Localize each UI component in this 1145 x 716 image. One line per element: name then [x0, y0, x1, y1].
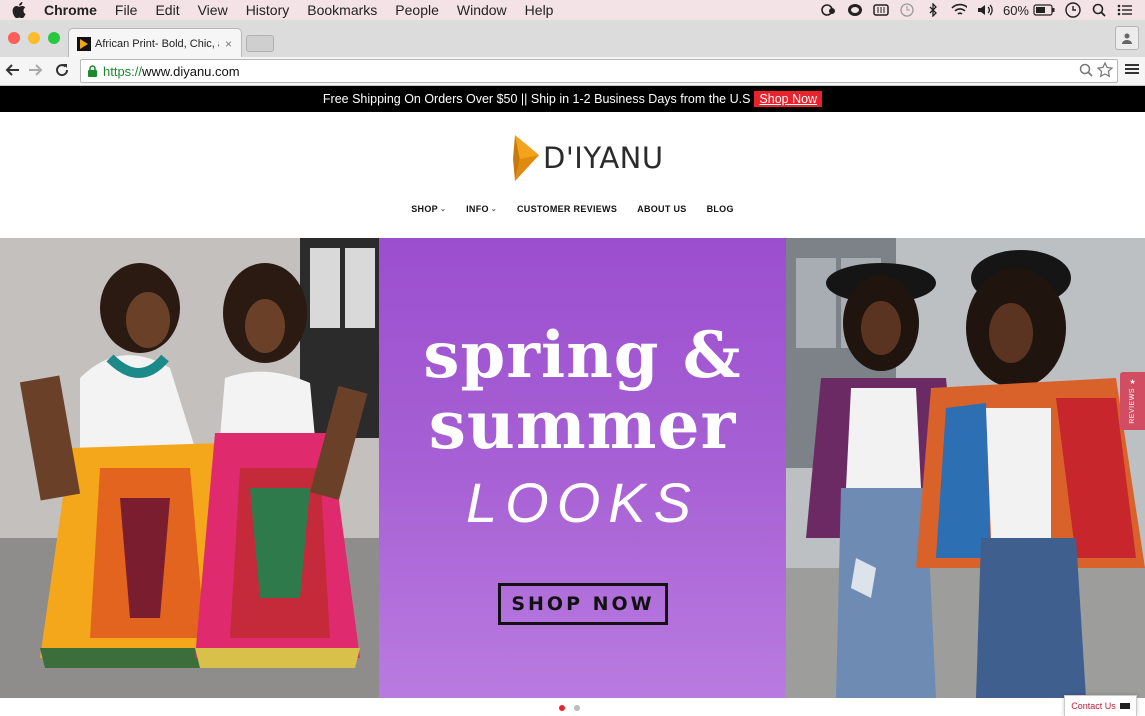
chevron-down-icon: ⌄ [490, 206, 497, 213]
promo-bar: Free Shipping On Orders Over $50 || Ship… [0, 86, 1145, 112]
url-host: www.diyanu.com [142, 63, 240, 79]
envelope-icon [1119, 703, 1130, 709]
hero-banner[interactable]: spring & summer LOOKS SHOP NOW [0, 238, 1145, 698]
browser-tab[interactable]: African Print- Bold, Chic, ar × [68, 28, 242, 59]
nav-about-us[interactable]: ABOUT US [637, 202, 686, 216]
bluetooth-icon[interactable] [925, 3, 941, 17]
person-icon [1122, 33, 1132, 44]
contact-us-button[interactable]: Contact Us [1064, 695, 1137, 716]
volume-icon[interactable] [977, 3, 993, 17]
hero-shop-now-button[interactable]: SHOP NOW [498, 583, 668, 625]
slider-pagination [559, 705, 589, 711]
window-controls [8, 32, 68, 44]
zoom-icon[interactable] [1079, 63, 1093, 80]
hero-promo-panel: spring & summer LOOKS SHOP NOW [379, 238, 786, 698]
menu-file[interactable]: File [115, 0, 138, 20]
wifi-icon[interactable] [951, 3, 967, 17]
forward-button[interactable] [27, 61, 45, 79]
bookmark-star-icon[interactable] [1096, 61, 1114, 81]
new-tab-button[interactable] [246, 35, 274, 52]
creative-cloud-icon[interactable] [821, 3, 837, 17]
menu-view[interactable]: View [198, 0, 228, 20]
sync-icon[interactable] [847, 3, 863, 17]
lock-icon [87, 64, 98, 78]
browser-tab-strip: African Print- Bold, Chic, ar × [0, 20, 1145, 59]
apple-icon[interactable] [12, 2, 30, 18]
reload-button[interactable] [53, 61, 71, 79]
battery-icon[interactable] [1033, 3, 1055, 17]
menu-history[interactable]: History [246, 0, 290, 20]
nav-shop-label: SHOP [411, 204, 438, 214]
spotlight-icon[interactable] [1091, 3, 1107, 17]
chevron-down-icon: ⌄ [439, 206, 447, 213]
menu-people[interactable]: People [395, 0, 439, 20]
chrome-menu-icon[interactable] [1125, 62, 1139, 81]
logo-mark-icon [513, 135, 539, 181]
macos-menu-bar: Chrome File Edit View History Bookmarks … [0, 0, 1145, 20]
reload-icon [56, 64, 69, 77]
zoom-window-button[interactable] [48, 32, 60, 44]
site-logo[interactable]: D'IYANU [511, 133, 664, 183]
slider-dot-1[interactable] [559, 705, 565, 711]
profile-button[interactable] [1115, 26, 1139, 50]
nav-shop[interactable]: SHOP ⌄ [411, 202, 446, 216]
favicon-icon [77, 37, 91, 51]
time-machine-icon[interactable] [899, 3, 915, 17]
menu-bookmarks[interactable]: Bookmarks [307, 0, 377, 20]
promo-text: Free Shipping On Orders Over $50 || Ship… [322, 92, 751, 106]
nav-blog[interactable]: BLOG [707, 202, 734, 216]
hero-headline-line1: spring & [423, 318, 742, 393]
menu-edit[interactable]: Edit [155, 0, 179, 20]
contact-us-label: Contact Us [1071, 701, 1116, 711]
clock-icon[interactable] [1065, 2, 1081, 18]
nav-customer-reviews[interactable]: CUSTOMER REVIEWS [517, 202, 617, 216]
reviews-side-tab[interactable]: ★ REVIEWS [1120, 372, 1145, 430]
hero-photo-left [0, 238, 379, 698]
close-window-button[interactable] [8, 32, 20, 44]
battery-percent: 60% [1002, 2, 1029, 18]
tab-title: African Print- Bold, Chic, ar [95, 38, 219, 50]
logo-text: D'IYANU [543, 141, 664, 175]
promo-shop-now-link[interactable]: Shop Now [754, 91, 823, 107]
nav-info[interactable]: INFO ⌄ [466, 202, 497, 216]
url-scheme: https:// [103, 63, 143, 79]
address-bar[interactable]: https://www.diyanu.com [80, 59, 1118, 83]
back-arrow-icon [5, 64, 19, 76]
tab-close-icon[interactable]: × [225, 37, 232, 51]
hero-headline-line2: summer [428, 386, 737, 464]
display-icon[interactable] [873, 3, 889, 17]
slider-dot-2[interactable] [574, 705, 580, 711]
menu-window[interactable]: Window [457, 0, 507, 20]
notification-center-icon[interactable] [1117, 3, 1133, 17]
back-button[interactable] [3, 61, 21, 79]
browser-toolbar: https://www.diyanu.com [0, 57, 1145, 86]
reviews-side-tab-label: REVIEWS [1129, 388, 1136, 424]
forward-arrow-icon [29, 64, 43, 76]
hero-headline-line3: LOOKS [466, 471, 699, 534]
menu-help[interactable]: Help [525, 0, 554, 20]
menu-chrome[interactable]: Chrome [44, 0, 97, 20]
hero-photo-right [786, 238, 1145, 698]
star-icon: ★ [1129, 379, 1136, 387]
main-nav: SHOP ⌄ INFO ⌄ CUSTOMER REVIEWS ABOUT US BL… [0, 202, 1145, 216]
nav-info-label: INFO [466, 204, 489, 214]
minimize-window-button[interactable] [28, 32, 40, 44]
